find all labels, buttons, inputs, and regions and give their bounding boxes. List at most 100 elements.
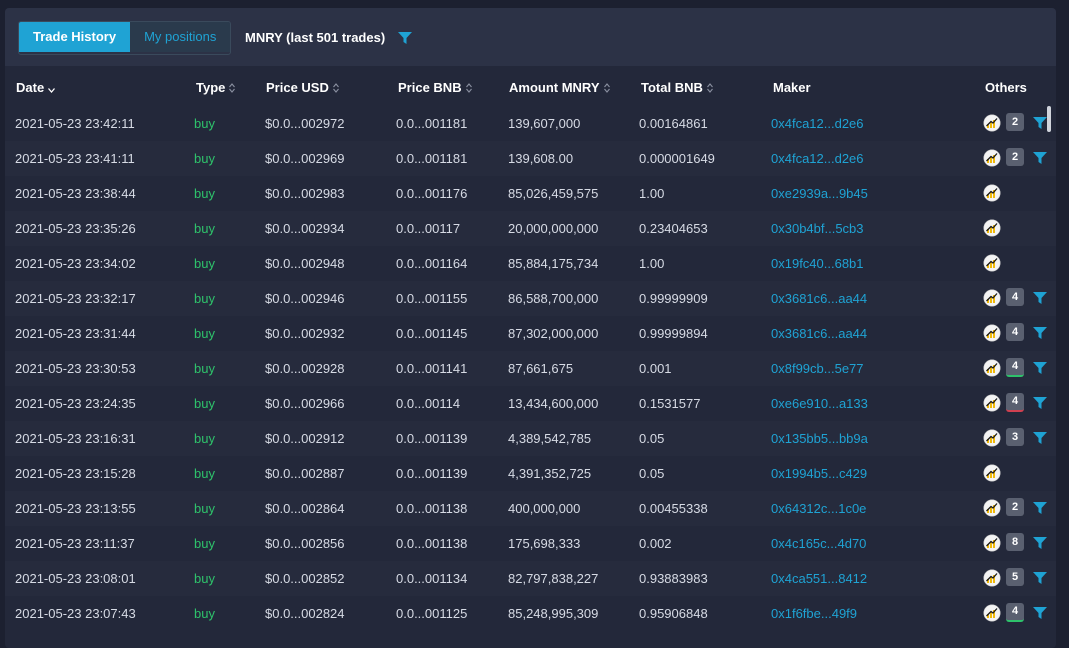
cell-amount: 85,248,995,309	[508, 606, 599, 621]
maker-address-link[interactable]: 0x19fc40...68b1	[771, 256, 864, 271]
bnb-coin-icon[interactable]	[983, 254, 1001, 272]
maker-address-link[interactable]: 0x64312c...1c0e	[771, 501, 866, 516]
maker-address-link[interactable]: 0x135bb5...bb9a	[771, 431, 868, 446]
table-row[interactable]: 2021-05-23 23:41:11 buy $0.0...002969 0.0..…	[5, 141, 1056, 176]
trade-count-badge[interactable]: 4	[1006, 358, 1024, 377]
bnb-coin-icon[interactable]	[983, 569, 1001, 587]
table-row[interactable]: 2021-05-23 23:11:37 buy $0.0...002856 0.0..…	[5, 526, 1056, 561]
table-row[interactable]: 2021-05-23 23:31:44 buy $0.0...002932 0.0..…	[5, 316, 1056, 351]
table-row[interactable]: 2021-05-23 23:07:43 buy $0.0...002824 0.0..…	[5, 596, 1056, 631]
cell-total: 1.00	[639, 256, 665, 271]
column-header-maker: Maker	[773, 80, 811, 95]
bnb-coin-icon[interactable]	[983, 184, 1001, 202]
table-row[interactable]: 2021-05-23 23:15:28 buy $0.0...002887 0.0..…	[5, 456, 1056, 491]
maker-address-link[interactable]: 0x3681c6...aa44	[771, 326, 867, 341]
table-row[interactable]: 2021-05-23 23:13:55 buy $0.0...002864 0.0..…	[5, 491, 1056, 526]
filter-icon[interactable]	[1033, 431, 1047, 450]
maker-address-link[interactable]: 0x4c165c...4d70	[771, 536, 866, 551]
table-row[interactable]: 2021-05-23 23:08:01 buy $0.0...002852 0.0..…	[5, 561, 1056, 596]
bnb-coin-icon[interactable]	[983, 429, 1001, 447]
trade-count-badge[interactable]: 4	[1006, 603, 1024, 622]
bnb-coin-icon[interactable]	[983, 149, 1001, 167]
trade-count-badge[interactable]: 2	[1006, 148, 1024, 166]
maker-address-link[interactable]: 0x4ca551...8412	[771, 571, 867, 586]
cell-date: 2021-05-23 23:11:37	[15, 536, 135, 551]
trade-count-badge[interactable]: 4	[1006, 288, 1024, 306]
cell-total: 0.95906848	[639, 606, 708, 621]
bnb-coin-icon[interactable]	[983, 394, 1001, 412]
table-row[interactable]: 2021-05-23 23:42:11 buy $0.0...002972 0.0..…	[5, 106, 1056, 141]
cell-price-bnb: 0.0...001139	[396, 466, 468, 481]
table-row[interactable]: 2021-05-23 23:38:44 buy $0.0...002983 0.0..…	[5, 176, 1056, 211]
bnb-coin-icon[interactable]	[983, 289, 1001, 307]
column-header-total[interactable]: Total BNB	[641, 80, 713, 96]
cell-price-bnb: 0.0...001155	[396, 291, 468, 306]
filter-icon[interactable]	[1033, 571, 1047, 590]
trade-count-badge[interactable]: 2	[1006, 113, 1024, 131]
trade-count-badge[interactable]: 3	[1006, 428, 1024, 446]
bnb-coin-icon[interactable]	[983, 114, 1001, 132]
column-header-price-usd[interactable]: Price USD	[266, 80, 339, 96]
filter-icon[interactable]	[1033, 291, 1047, 310]
cell-price-bnb: 0.0...001141	[396, 361, 468, 376]
filter-icon[interactable]	[1033, 361, 1047, 380]
maker-address-link[interactable]: 0xe2939a...9b45	[771, 186, 868, 201]
scrollbar-thumb[interactable]	[1047, 106, 1051, 132]
bnb-coin-icon[interactable]	[983, 604, 1001, 622]
filter-icon[interactable]	[1033, 606, 1047, 625]
column-header-label: Amount MNRY	[509, 80, 600, 95]
cell-date: 2021-05-23 23:41:11	[15, 151, 135, 166]
maker-address-link[interactable]: 0x30b4bf...5cb3	[771, 221, 864, 236]
filter-icon[interactable]	[1033, 536, 1047, 555]
bnb-coin-icon[interactable]	[983, 324, 1001, 342]
cell-total: 0.23404653	[639, 221, 708, 236]
bnb-coin-icon[interactable]	[983, 219, 1001, 237]
trade-count-badge[interactable]: 4	[1006, 393, 1024, 412]
column-header-date[interactable]: Date	[16, 80, 56, 96]
sort-icon	[706, 81, 713, 96]
filter-icon[interactable]	[1033, 116, 1047, 135]
column-header-price-bnb[interactable]: Price BNB	[398, 80, 472, 96]
table-row[interactable]: 2021-05-23 23:32:17 buy $0.0...002946 0.0..…	[5, 281, 1056, 316]
trade-count-badge[interactable]: 5	[1006, 568, 1024, 586]
maker-address-link[interactable]: 0x4fca12...d2e6	[771, 116, 864, 131]
maker-address-link[interactable]: 0x8f99cb...5e77	[771, 361, 864, 376]
cell-price-bnb: 0.0...001164	[396, 256, 468, 271]
cell-price-bnb: 0.0...001138	[396, 501, 468, 516]
cell-price-bnb: 0.0...001139	[396, 431, 468, 446]
column-header-type[interactable]: Type	[196, 80, 236, 96]
filter-icon[interactable]	[1033, 326, 1047, 345]
bnb-coin-icon[interactable]	[983, 534, 1001, 552]
maker-address-link[interactable]: 0x4fca12...d2e6	[771, 151, 864, 166]
cell-total: 0.05	[639, 466, 665, 481]
trade-count-badge[interactable]: 8	[1006, 533, 1024, 551]
cell-total: 0.00164861	[639, 116, 708, 131]
cell-total: 0.1531577	[639, 396, 701, 411]
tab-trade-history[interactable]: Trade History	[19, 22, 131, 52]
tab-my-positions[interactable]: My positions	[130, 22, 231, 52]
maker-address-link[interactable]: 0x1994b5...c429	[771, 466, 867, 481]
filter-icon[interactable]	[1033, 396, 1047, 415]
sort-icon	[465, 81, 472, 96]
bnb-coin-icon[interactable]	[983, 359, 1001, 377]
maker-address-link[interactable]: 0x1f6fbe...49f9	[771, 606, 857, 621]
table-row[interactable]: 2021-05-23 23:34:02 buy $0.0...002948 0.0..…	[5, 246, 1056, 281]
filter-icon[interactable]	[1033, 151, 1047, 170]
filter-icon[interactable]	[398, 31, 412, 50]
table-row[interactable]: 2021-05-23 23:16:31 buy $0.0...002912 0.0..…	[5, 421, 1056, 456]
cell-type: buy	[194, 571, 215, 586]
cell-amount: 4,391,352,725	[508, 466, 592, 481]
table-row[interactable]: 2021-05-23 23:30:53 buy $0.0...002928 0.0..…	[5, 351, 1056, 386]
trade-count-badge[interactable]: 2	[1006, 498, 1024, 516]
maker-address-link[interactable]: 0x3681c6...aa44	[771, 291, 867, 306]
bnb-coin-icon[interactable]	[983, 464, 1001, 482]
trade-history-panel: Trade History My positions MNRY (last 50…	[5, 8, 1056, 648]
bnb-coin-icon[interactable]	[983, 499, 1001, 517]
filter-icon[interactable]	[1033, 501, 1047, 520]
table-row[interactable]: 2021-05-23 23:35:26 buy $0.0...002934 0.0..…	[5, 211, 1056, 246]
column-header-amount[interactable]: Amount MNRY	[509, 80, 610, 96]
cell-total: 0.002	[639, 536, 672, 551]
trade-count-badge[interactable]: 4	[1006, 323, 1024, 341]
maker-address-link[interactable]: 0xe6e910...a133	[771, 396, 868, 411]
table-row[interactable]: 2021-05-23 23:24:35 buy $0.0...002966 0.0..…	[5, 386, 1056, 421]
